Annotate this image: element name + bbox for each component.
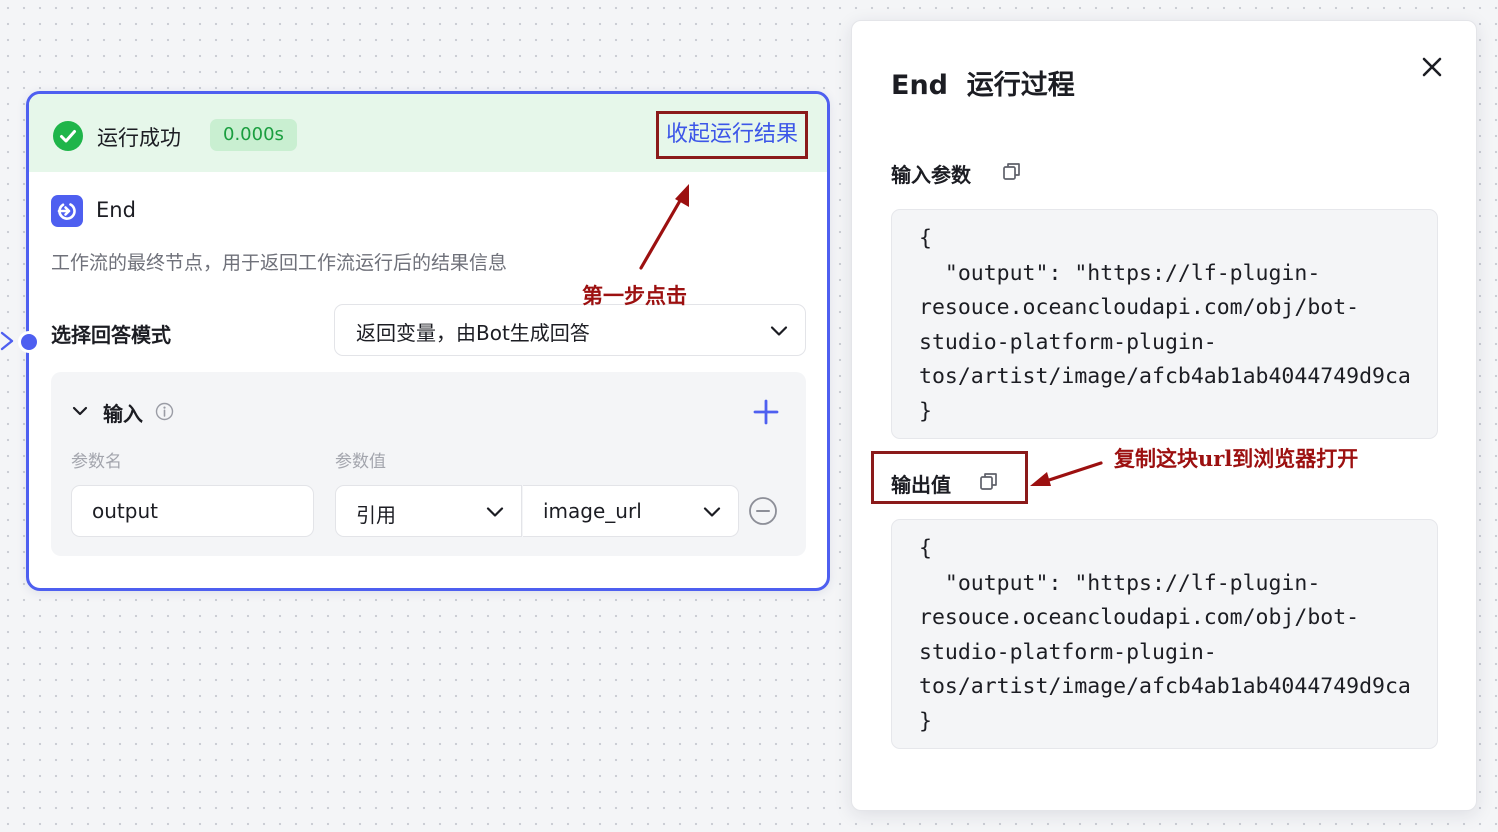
param-name-input[interactable]	[71, 485, 314, 537]
output-value-label: 输出值	[891, 473, 951, 497]
check-circle-icon	[53, 121, 83, 151]
node-title: End	[96, 198, 136, 222]
run-status-text: 运行成功	[97, 126, 181, 150]
end-node-card[interactable]: 运行成功 0.000s 收起运行结果 End 工作流的最终节点，用于返回工作流运…	[18, 91, 830, 591]
input-section: 输入 参数名 参数值 引用 image_url	[51, 372, 806, 556]
output-value-json: { "output": "https://lf-plugin- resouce.…	[919, 536, 1411, 734]
param-value-header: 参数值	[335, 452, 386, 472]
value-type-value: 引用	[356, 503, 396, 527]
variable-select[interactable]: image_url	[523, 485, 739, 537]
add-parameter-button[interactable]	[752, 398, 780, 426]
collapse-result-link[interactable]: 收起运行结果	[656, 111, 808, 159]
answer-mode-select[interactable]: 返回变量，由Bot生成回答	[334, 304, 806, 356]
chevron-down-icon	[770, 326, 788, 336]
param-name-header: 参数名	[71, 452, 122, 472]
chevron-down-icon	[486, 507, 504, 517]
edge-arrow-icon	[0, 331, 14, 351]
duration-badge: 0.000s	[210, 119, 297, 151]
panel-title: End 运行过程	[891, 70, 1075, 101]
end-node-icon	[51, 195, 83, 227]
node-description: 工作流的最终节点，用于返回工作流运行后的结果信息	[51, 252, 508, 274]
annotation-step1: 第一步点击	[582, 283, 687, 308]
value-type-select[interactable]: 引用	[335, 485, 522, 537]
info-icon[interactable]	[155, 402, 174, 421]
input-params-json: { "output": "https://lf-plugin- resouce.…	[919, 226, 1411, 424]
run-status-bar: 运行成功 0.000s 收起运行结果	[29, 94, 827, 172]
copy-icon[interactable]	[979, 471, 999, 491]
input-params-label: 输入参数	[891, 163, 971, 187]
variable-value: image_url	[543, 499, 642, 523]
chevron-down-icon[interactable]	[71, 402, 89, 420]
copy-icon[interactable]	[1002, 161, 1022, 181]
input-params-code[interactable]: { "output": "https://lf-plugin- resouce.…	[891, 209, 1438, 439]
output-value-code[interactable]: { "output": "https://lf-plugin- resouce.…	[891, 519, 1438, 749]
close-icon[interactable]	[1420, 55, 1444, 79]
input-section-title: 输入	[103, 402, 143, 426]
annotation-step2: 复制这块url到浏览器打开	[1114, 446, 1359, 471]
answer-mode-label: 选择回答模式	[51, 323, 171, 347]
chevron-down-icon	[703, 507, 721, 517]
run-process-panel: End 运行过程 输入参数 { "output": "https://lf-pl…	[851, 20, 1477, 811]
input-port-handle[interactable]	[18, 331, 40, 353]
answer-mode-value: 返回变量，由Bot生成回答	[356, 321, 590, 345]
remove-parameter-button[interactable]	[748, 496, 778, 526]
